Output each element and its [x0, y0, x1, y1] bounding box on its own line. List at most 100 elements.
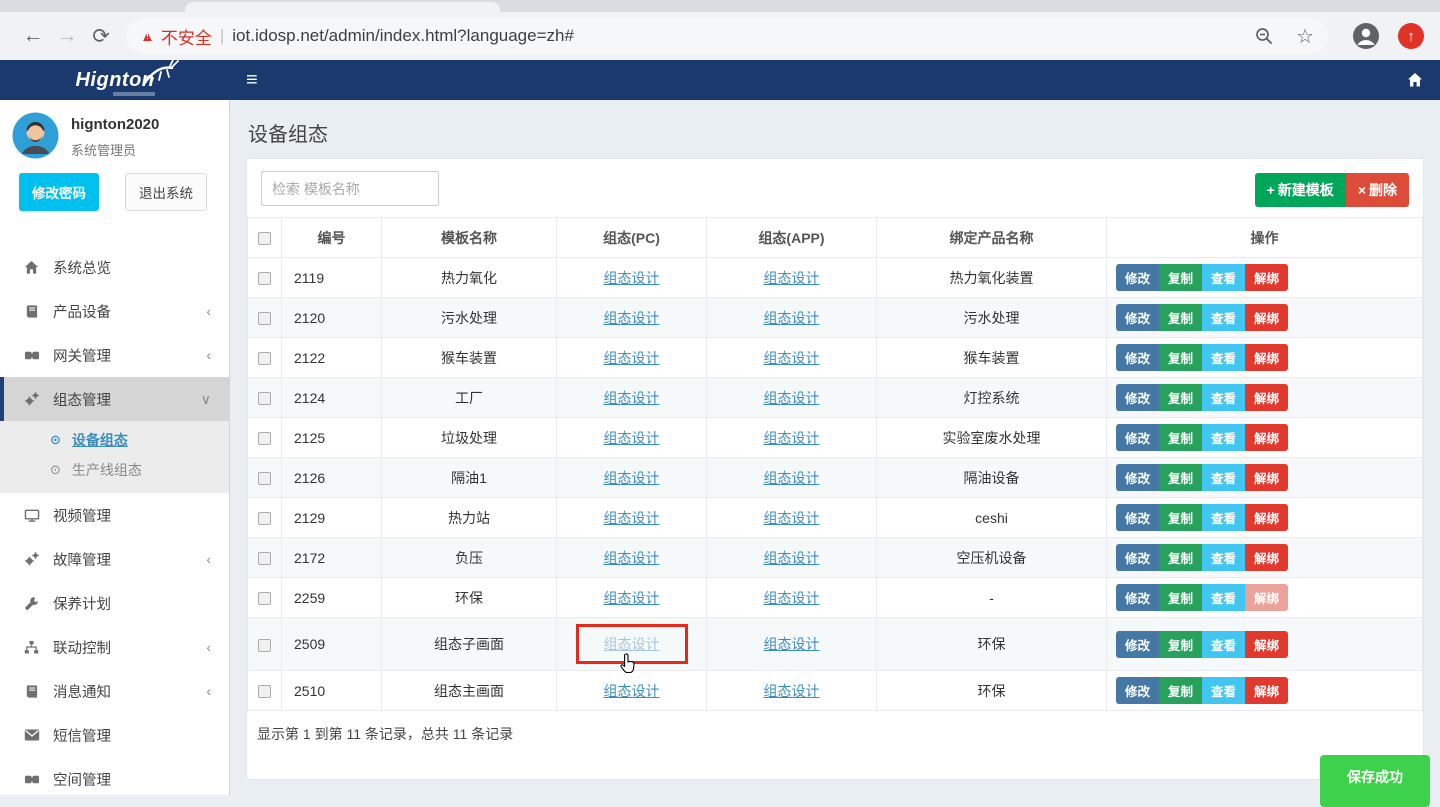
copy-button[interactable]: 复制 — [1159, 384, 1202, 411]
url-text[interactable]: iot.idosp.net/admin/index.html?language=… — [232, 26, 1246, 46]
row-checkbox[interactable] — [258, 639, 271, 652]
back-icon[interactable]: ← — [16, 24, 50, 48]
modify-button[interactable]: 修改 — [1116, 264, 1159, 291]
modify-button[interactable]: 修改 — [1116, 544, 1159, 571]
row-checkbox[interactable] — [258, 592, 271, 605]
extension-badge-icon[interactable]: ↑ — [1398, 23, 1424, 49]
sidebar-item-message-notification[interactable]: 消息通知 ‹ — [0, 669, 229, 713]
home-icon[interactable] — [1406, 72, 1424, 88]
view-button[interactable]: 查看 — [1202, 384, 1245, 411]
modify-button[interactable]: 修改 — [1116, 464, 1159, 491]
copy-button[interactable]: 复制 — [1159, 344, 1202, 371]
modify-button[interactable]: 修改 — [1116, 344, 1159, 371]
header-checkbox[interactable] — [258, 232, 271, 245]
view-button[interactable]: 查看 — [1202, 504, 1245, 531]
pc-design-link[interactable]: 组态设计 — [604, 550, 660, 566]
view-button[interactable]: 查看 — [1202, 264, 1245, 291]
modify-button[interactable]: 修改 — [1116, 424, 1159, 451]
bookmark-star-icon[interactable]: ☆ — [1296, 24, 1314, 49]
row-checkbox[interactable] — [258, 472, 271, 485]
address-bar[interactable]: ▲! 不安全 | iot.idosp.net/admin/index.html?… — [126, 18, 1328, 54]
delete-button[interactable]: ×删除 — [1346, 173, 1409, 207]
sidebar-item-device-configuration[interactable]: ⊙ 设备组态 — [0, 425, 229, 455]
pc-design-link[interactable]: 组态设计 — [604, 430, 660, 446]
modify-button[interactable]: 修改 — [1116, 631, 1159, 658]
sidebar-item-product-devices[interactable]: 产品设备 ‹ — [0, 289, 229, 333]
pc-design-link[interactable]: 组态设计 — [604, 636, 660, 652]
copy-button[interactable]: 复制 — [1159, 424, 1202, 451]
unbind-button[interactable]: 解绑 — [1245, 264, 1288, 291]
sidebar-item-video-management[interactable]: 视频管理 — [0, 493, 229, 537]
sidebar-item-maintenance-plan[interactable]: 保养计划 — [0, 581, 229, 625]
brand-logo[interactable]: Hignton — [0, 60, 230, 100]
unbind-button[interactable]: 解绑 — [1245, 384, 1288, 411]
search-input[interactable] — [261, 171, 439, 206]
view-button[interactable]: 查看 — [1202, 344, 1245, 371]
pc-design-link[interactable]: 组态设计 — [604, 590, 660, 606]
row-checkbox[interactable] — [258, 312, 271, 325]
copy-button[interactable]: 复制 — [1159, 677, 1202, 704]
copy-button[interactable]: 复制 — [1159, 544, 1202, 571]
copy-button[interactable]: 复制 — [1159, 264, 1202, 291]
view-button[interactable]: 查看 — [1202, 584, 1245, 611]
modify-button[interactable]: 修改 — [1116, 384, 1159, 411]
unbind-button[interactable]: 解绑 — [1245, 464, 1288, 491]
sidebar-item-fault-management[interactable]: 故障管理 ‹ — [0, 537, 229, 581]
sidebar-item-linkage-control[interactable]: 联动控制 ‹ — [0, 625, 229, 669]
row-checkbox[interactable] — [258, 685, 271, 698]
reload-icon[interactable]: ⟳ — [84, 24, 118, 49]
view-button[interactable]: 查看 — [1202, 677, 1245, 704]
unbind-button[interactable]: 解绑 — [1245, 424, 1288, 451]
browser-tab[interactable] — [185, 2, 500, 12]
sidebar-item-space-management[interactable]: 空间管理 — [0, 757, 229, 801]
sidebar-toggle-icon[interactable]: ≡ — [246, 70, 258, 90]
app-design-link[interactable]: 组态设计 — [764, 350, 820, 366]
sidebar-item-system-overview[interactable]: 系统总览 — [0, 245, 229, 289]
unbind-button[interactable]: 解绑 — [1245, 631, 1288, 658]
view-button[interactable]: 查看 — [1202, 464, 1245, 491]
pc-design-link[interactable]: 组态设计 — [604, 310, 660, 326]
copy-button[interactable]: 复制 — [1159, 504, 1202, 531]
sidebar-item-gateway-management[interactable]: 网关管理 ‹ — [0, 333, 229, 377]
app-design-link[interactable]: 组态设计 — [764, 683, 820, 699]
row-checkbox[interactable] — [258, 552, 271, 565]
copy-button[interactable]: 复制 — [1159, 464, 1202, 491]
row-checkbox[interactable] — [258, 352, 271, 365]
copy-button[interactable]: 复制 — [1159, 304, 1202, 331]
view-button[interactable]: 查看 — [1202, 304, 1245, 331]
sidebar-item-sms-management[interactable]: 短信管理 — [0, 713, 229, 757]
modify-button[interactable]: 修改 — [1116, 584, 1159, 611]
pc-design-link[interactable]: 组态设计 — [604, 510, 660, 526]
new-template-button[interactable]: +新建模板 — [1255, 173, 1346, 207]
pc-design-link[interactable]: 组态设计 — [604, 470, 660, 486]
app-design-link[interactable]: 组态设计 — [764, 390, 820, 406]
row-checkbox[interactable] — [258, 512, 271, 525]
app-design-link[interactable]: 组态设计 — [764, 590, 820, 606]
modify-button[interactable]: 修改 — [1116, 677, 1159, 704]
app-design-link[interactable]: 组态设计 — [764, 550, 820, 566]
app-design-link[interactable]: 组态设计 — [764, 470, 820, 486]
unbind-button[interactable]: 解绑 — [1245, 344, 1288, 371]
app-design-link[interactable]: 组态设计 — [764, 270, 820, 286]
app-design-link[interactable]: 组态设计 — [764, 310, 820, 326]
app-design-link[interactable]: 组态设计 — [764, 636, 820, 652]
unbind-button[interactable]: 解绑 — [1245, 677, 1288, 704]
unbind-button[interactable]: 解绑 — [1245, 504, 1288, 531]
modify-button[interactable]: 修改 — [1116, 504, 1159, 531]
row-checkbox[interactable] — [258, 392, 271, 405]
change-password-button[interactable]: 修改密码 — [19, 173, 99, 211]
zoom-icon[interactable] — [1254, 26, 1274, 46]
view-button[interactable]: 查看 — [1202, 544, 1245, 571]
app-design-link[interactable]: 组态设计 — [764, 430, 820, 446]
copy-button[interactable]: 复制 — [1159, 584, 1202, 611]
view-button[interactable]: 查看 — [1202, 631, 1245, 658]
sidebar-item-production-line-configuration[interactable]: ⊙ 生产线组态 — [0, 455, 229, 485]
view-button[interactable]: 查看 — [1202, 424, 1245, 451]
security-chip[interactable]: ▲! 不安全 — [140, 24, 212, 49]
logout-button[interactable]: 退出系统 — [125, 173, 207, 211]
modify-button[interactable]: 修改 — [1116, 304, 1159, 331]
copy-button[interactable]: 复制 — [1159, 631, 1202, 658]
unbind-button[interactable]: 解绑 — [1245, 304, 1288, 331]
unbind-button[interactable]: 解绑 — [1245, 544, 1288, 571]
sidebar-item-configuration-management[interactable]: 组态管理 ∨ — [0, 377, 229, 421]
